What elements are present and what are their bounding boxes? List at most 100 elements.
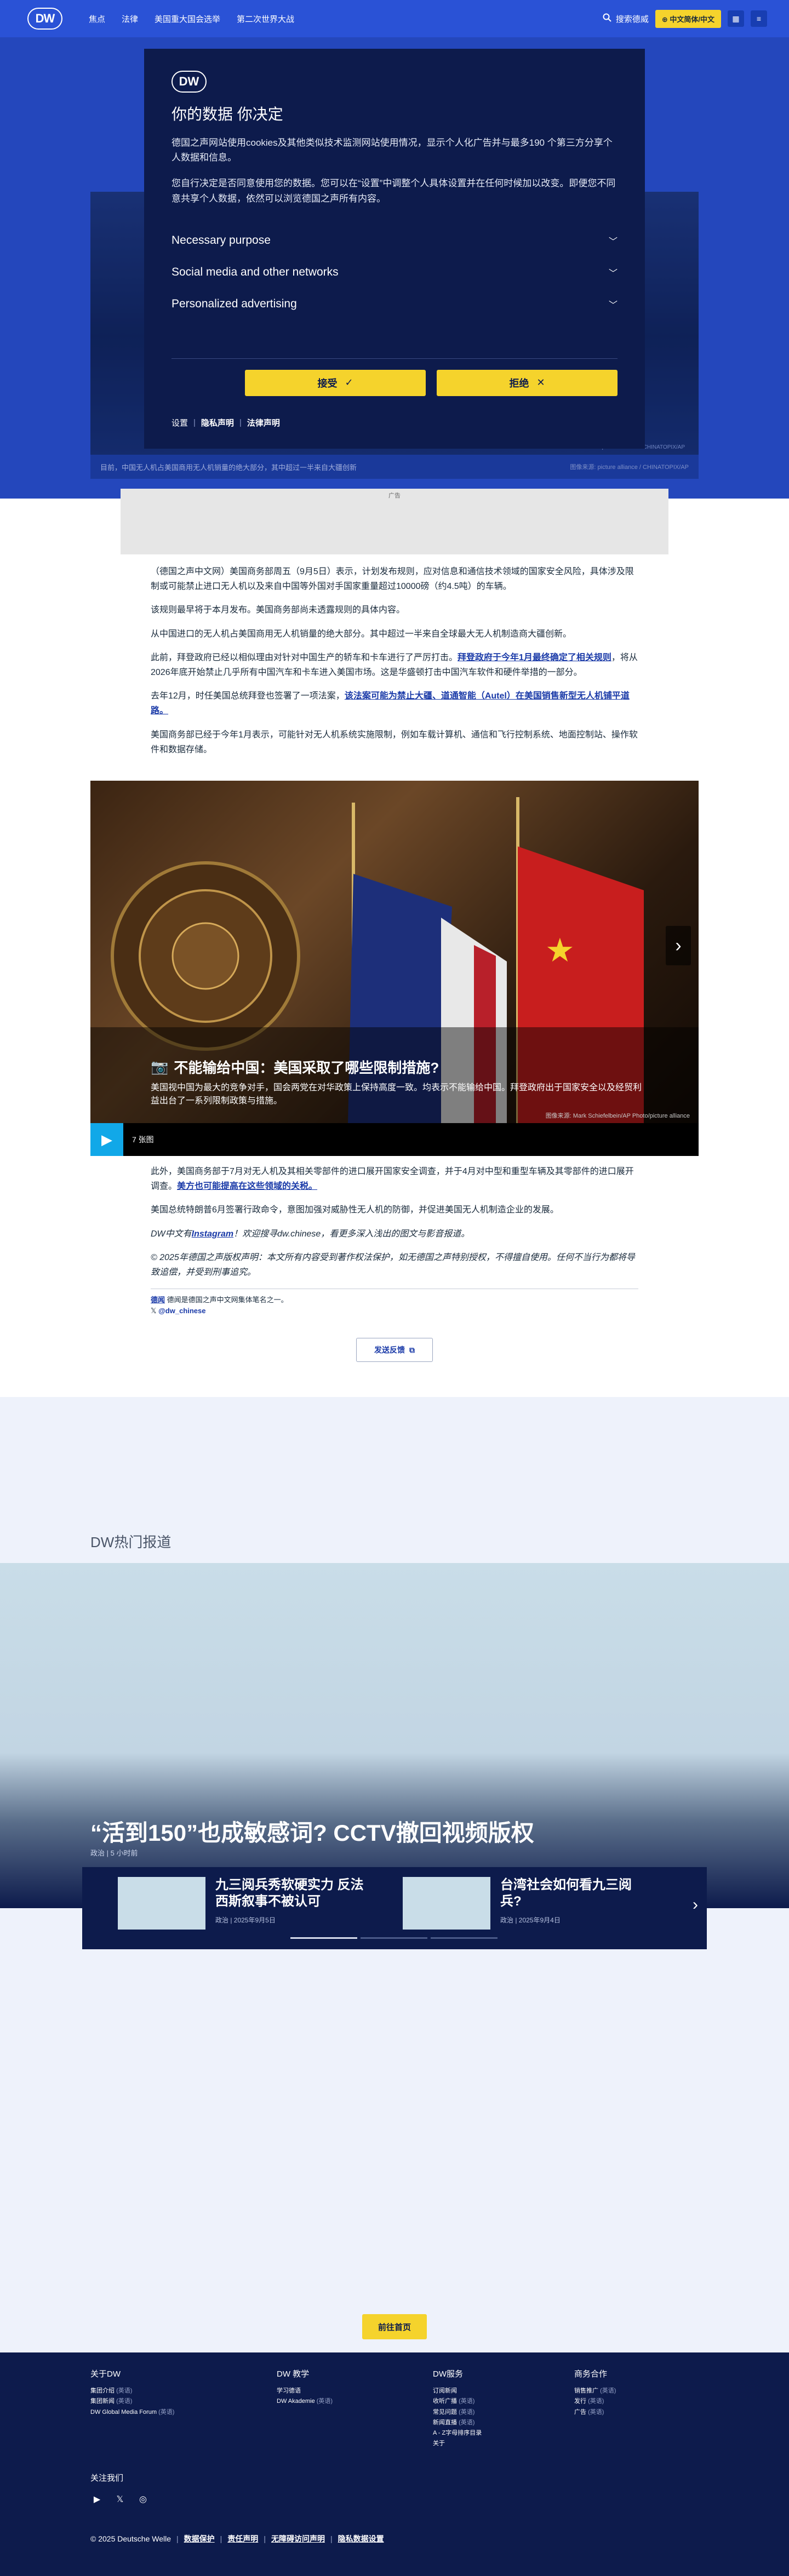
article-paragraph: （德国之声中文网）美国商务部周五（9月5日）表示，计划发布规则，应对信息和通信技…: [151, 567, 634, 592]
camera-icon: 📷: [151, 1058, 169, 1075]
youtube-icon[interactable]: ▶: [90, 2493, 104, 2506]
menu-icon[interactable]: ≡: [751, 10, 767, 27]
teaser-thumbnail: [118, 1877, 205, 1930]
footer-link[interactable]: 新闻直播 (英语): [433, 2418, 482, 2428]
author-description: 德闻是德国之声中文网集体笔名之一。: [167, 1296, 288, 1304]
modal-logo: DW: [171, 71, 207, 93]
article-paragraph: 该规则最早将于本月发布。美国商务部尚未透露规则的具体内容。: [151, 605, 405, 615]
article-paragraph: 美国总统特朗普6月签署行政命令，意图加强对威胁性无人机的防御，并促进美国无人机制…: [151, 1205, 559, 1215]
text-span: 此前，拜登政府已经以相似理由对针对中国生产的轿车和卡车进行了严厉打击。: [151, 652, 458, 662]
consent-buttons: 接受 ✓ 拒绝 ✕: [171, 369, 618, 396]
teaser-card[interactable]: 台湾社会如何看九三阅兵? 政治 | 2025年9月4日: [403, 1877, 649, 1930]
author-name[interactable]: 德闻: [151, 1296, 165, 1304]
text-span: DW中文有: [151, 1229, 192, 1239]
footer-link[interactable]: 发行 (英语): [574, 2396, 616, 2407]
teaser-title: 台湾社会如何看九三阅兵?: [500, 1877, 632, 1909]
carousel-dot[interactable]: [361, 1937, 427, 1939]
gallery-count: 7 张图: [132, 1135, 154, 1144]
article-paragraph: DW中文有Instagram！欢迎搜寻dw.chinese，看更多深入浅出的图文…: [151, 1227, 638, 1241]
language-button[interactable]: ⊕ 中文简体/中文: [655, 9, 721, 28]
footer-link[interactable]: 订阅新闻: [433, 2386, 482, 2396]
footer-link[interactable]: 关于: [433, 2438, 482, 2449]
teaser-thumbnail: [403, 1877, 490, 1930]
copyright-notice: © 2025年德国之声版权声明：本文所有内容受到著作权法保护，如无德国之声特别授…: [151, 1252, 635, 1277]
reject-button[interactable]: 拒绝 ✕: [437, 369, 618, 396]
search-icon: [603, 13, 611, 24]
chevron-down-icon: ﹀: [608, 300, 618, 310]
legal-link[interactable]: 法律声明: [247, 417, 280, 428]
search-button[interactable]: 搜索德威: [603, 13, 649, 25]
divider: |: [330, 2534, 333, 2543]
footer-legal-link[interactable]: 隐私数据设置: [338, 2533, 384, 2544]
feedback-label: 发送反馈: [374, 1346, 405, 1354]
footer-legal-link[interactable]: 数据保护: [184, 2533, 215, 2544]
footer-heading: 商务合作: [574, 2369, 608, 2379]
footer-col-about: 关于DW 集团介绍 (英语) 集团新闻 (英语) DW Global Media…: [90, 2368, 174, 2418]
svg-text:★: ★: [545, 931, 575, 970]
footer-link[interactable]: A - Z字母排序目录: [433, 2428, 482, 2438]
ad-placeholder: 广告: [121, 489, 668, 554]
footer-heading: 关于DW: [90, 2369, 121, 2379]
footer-link[interactable]: 学习德语: [277, 2386, 333, 2396]
image-gallery[interactable]: ★ › 📷 不能输给中国：美国采取了哪些限制措施? 美国视中国为最大的竞争对手，…: [90, 781, 699, 1156]
gallery-credit: 图像来源: Mark Schiefelbein/AP Photo/picture…: [545, 1113, 690, 1119]
trending-meta: 政治 | 5 小时前: [90, 1849, 138, 1857]
related-link[interactable]: 美方也可能提高在这些领域的关税。: [177, 1182, 317, 1191]
privacy-link[interactable]: 隐私声明: [201, 417, 234, 428]
copyright: © 2025 Deutsche Welle: [90, 2534, 171, 2543]
related-link[interactable]: 拜登政府于今年1月最终确定了相关规则: [458, 653, 611, 662]
trending-title[interactable]: “活到150”也成敏感词? CCTV撤回视频版权: [90, 1814, 534, 1848]
home-button[interactable]: 前往首页: [362, 2314, 427, 2339]
article-paragraph: 从中国进口的无人机占美国商用无人机销量的绝大部分。其中超过一半来自全球最大无人机…: [151, 629, 572, 639]
nav-item-us-election[interactable]: 美国重大国会选举: [155, 13, 220, 25]
footer-link[interactable]: 常见问题 (英语): [433, 2407, 482, 2418]
dw-logo[interactable]: DW: [27, 8, 62, 30]
instagram-icon[interactable]: ◎: [136, 2493, 150, 2506]
nav-item-ww2[interactable]: 第二次世界大战: [237, 13, 294, 25]
article-paragraph: 此外，美国商务部于7月对无人机及其相关零部件的进口展开国家安全调查，并于4月对中…: [151, 1164, 638, 1194]
gallery-image: ★ › 📷 不能输给中国：美国采取了哪些限制措施? 美国视中国为最大的竞争对手，…: [90, 781, 699, 1123]
teaser-meta: 政治 | 2025年9月5日: [215, 1916, 276, 1924]
accept-button[interactable]: 接受 ✓: [245, 369, 426, 396]
section-label: Personalized advertising: [171, 297, 297, 310]
article-paragraph: 去年12月，时任美国总统拜登也签署了一项法案，该法案可能为禁止大疆、道通智能（A…: [151, 689, 638, 718]
footer-link[interactable]: DW Akademie (英语): [277, 2396, 333, 2407]
settings-link[interactable]: 设置: [171, 417, 188, 428]
next-slide-button[interactable]: ›: [666, 926, 691, 965]
footer-link[interactable]: DW Global Media Forum (英语): [90, 2407, 174, 2418]
modal-links: 设置 | 隐私声明 | 法律声明: [171, 417, 618, 428]
modal-choice-text: 您自行决定是否同意使用您的数据。您可以在“设置”中调整个人具体设置并在任何时候加…: [171, 178, 616, 204]
carousel-dot[interactable]: [431, 1937, 498, 1939]
teaser-carousel: 九三阅兵秀软硬实力 反法西斯叙事不被认可 政治 | 2025年9月5日 台湾社会…: [82, 1867, 707, 1949]
footer-legal-link[interactable]: 无障碍访问声明: [271, 2533, 325, 2544]
section-social-media[interactable]: Social media and other networks ﹀: [171, 256, 618, 288]
modal-intro: 德国之声网站使用cookies及其他类似技术监测网站使用情况，显示个人化广告并与…: [171, 138, 613, 163]
footer-link[interactable]: 广告 (英语): [574, 2407, 616, 2418]
text-span: 去年12月，时任美国总统拜登也签署了一项法案，: [151, 691, 345, 701]
divider: |: [264, 2534, 266, 2543]
play-icon[interactable]: ▶: [90, 1123, 123, 1156]
grid-icon[interactable]: ▦: [728, 10, 744, 27]
author-handle[interactable]: @dw_chinese: [158, 1307, 205, 1315]
gallery-bar: ▶ 7 张图: [90, 1123, 699, 1156]
divider: |: [193, 417, 196, 427]
teaser-meta: 政治 | 2025年9月4日: [500, 1916, 561, 1924]
footer-link[interactable]: 销售推广 (英语): [574, 2386, 616, 2396]
nav-item-focus[interactable]: 焦点: [89, 13, 105, 25]
accept-label: 接受: [317, 377, 338, 389]
footer-link[interactable]: 收听广播 (英语): [433, 2396, 482, 2407]
section-necessary-purpose[interactable]: Necessary purpose ﹀: [171, 225, 618, 256]
section-personalized-ads[interactable]: Personalized advertising ﹀: [171, 288, 618, 320]
carousel-dot[interactable]: [290, 1937, 357, 1939]
modal-title: 你的数据 你决定: [171, 106, 283, 123]
footer-link[interactable]: 集团介绍 (英语): [90, 2386, 174, 2396]
instagram-link[interactable]: Instagram: [192, 1229, 233, 1239]
nav-item-law[interactable]: 法律: [122, 13, 138, 25]
chevron-right-icon[interactable]: ›: [693, 1896, 698, 1914]
feedback-button[interactable]: 发送反馈 ⧉: [356, 1338, 433, 1362]
footer-legal-link[interactable]: 责任声明: [227, 2533, 258, 2544]
teaser-card[interactable]: 九三阅兵秀软硬实力 反法西斯叙事不被认可 政治 | 2025年9月5日: [118, 1877, 364, 1930]
ad-label: 广告: [388, 493, 401, 499]
footer-link[interactable]: 集团新闻 (英语): [90, 2396, 174, 2407]
x-icon[interactable]: 𝕏: [113, 2493, 127, 2506]
